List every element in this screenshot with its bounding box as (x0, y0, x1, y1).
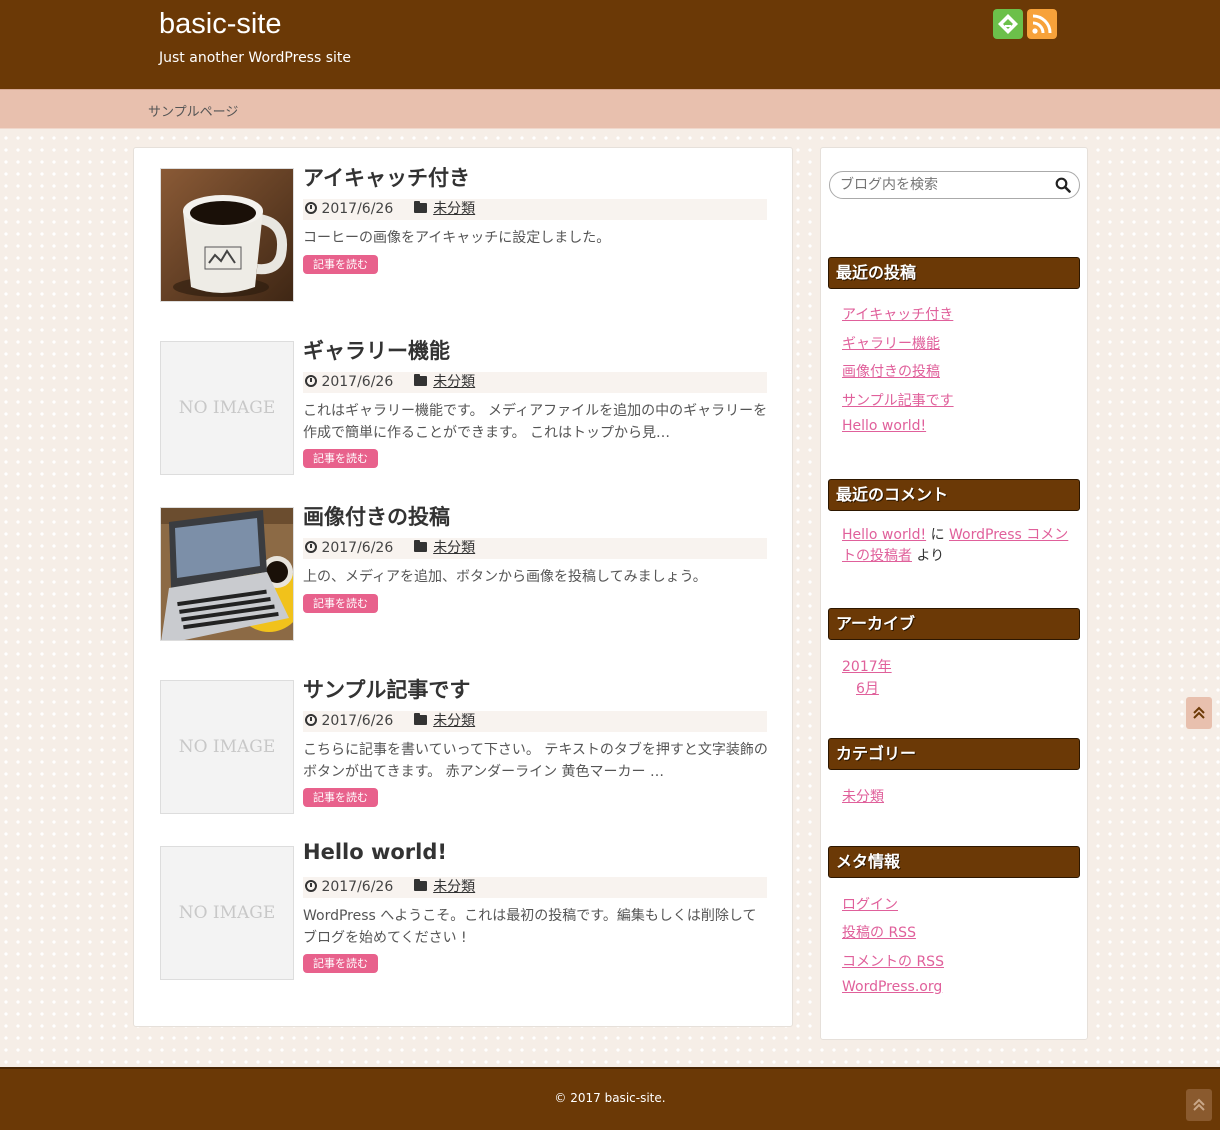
site-description: Just another WordPress site (159, 50, 352, 66)
double-chevron-up-icon (1193, 706, 1205, 719)
post-date: 2017/6/26 (321, 540, 394, 556)
post-category-link[interactable]: 未分類 (433, 374, 475, 390)
post-meta: 2017/6/26 未分類 (303, 877, 767, 898)
post-meta: 2017/6/26 未分類 (303, 372, 767, 393)
recent-post-link[interactable]: サンプル記事です (842, 390, 954, 410)
meta-link-wordpress-org[interactable]: WordPress.org (842, 979, 942, 995)
meta-link-comments-rss[interactable]: コメントの RSS (842, 951, 944, 971)
post-thumbnail-no-image[interactable]: NO IMAGE (160, 846, 294, 980)
copyright: © 2017 basic-site. (554, 1091, 666, 1105)
archive-year-link[interactable]: 2017年 (842, 656, 892, 676)
post-meta: 2017/6/26 未分類 (303, 538, 767, 559)
post-excerpt: 上の、メディアを追加、ボタンから画像を投稿してみましょう。 (303, 569, 707, 585)
recent-post-link[interactable]: 画像付きの投稿 (842, 361, 940, 381)
post-title[interactable]: アイキャッチ付き (303, 162, 470, 192)
clock-icon (305, 880, 317, 892)
back-to-top-button[interactable] (1186, 1089, 1212, 1121)
widget-title-recent-posts: 最近の投稿 (828, 257, 1080, 289)
site-title[interactable]: basic-site (159, 8, 282, 41)
widget-title-meta: メタ情報 (828, 846, 1080, 878)
comment-connector: より (916, 548, 945, 564)
post-category-link[interactable]: 未分類 (433, 201, 475, 217)
post-thumbnail-laptop[interactable] (160, 507, 294, 641)
search-icon[interactable] (1055, 177, 1071, 193)
post-excerpt: WordPress へようこそ。これは最初の投稿です。編集もしくは削除してブログ… (303, 908, 757, 946)
back-to-top-button[interactable] (1186, 697, 1212, 729)
search-input[interactable] (840, 176, 1040, 194)
post-category-link[interactable]: 未分類 (433, 879, 475, 895)
search-form (829, 171, 1080, 199)
folder-icon (413, 201, 427, 213)
post-date: 2017/6/26 (321, 713, 394, 729)
post-title[interactable]: 画像付きの投稿 (303, 501, 450, 531)
post-excerpt: こちらに記事を書いていって下さい。 テキストのタブを押すと文字装飾のボタンが出て… (303, 742, 768, 780)
recent-comment-item: Hello world! に WordPress コメントの投稿者 より (842, 525, 1077, 567)
meta-link-login[interactable]: ログイン (842, 894, 898, 914)
recent-post-link[interactable]: Hello world! (842, 418, 926, 434)
meta-link-posts-rss[interactable]: 投稿の RSS (842, 922, 916, 942)
post-list: アイキャッチ付き 2017/6/26 未分類 コーヒーの画像をアイキャッチに設定… (133, 147, 793, 1027)
post-title[interactable]: ギャラリー機能 (303, 335, 450, 365)
read-more-button[interactable]: 記事を読む (303, 594, 378, 613)
post-meta: 2017/6/26 未分類 (303, 711, 767, 732)
clock-icon (305, 202, 317, 214)
site-footer: © 2017 basic-site. (0, 1067, 1220, 1130)
comment-connector: に (930, 527, 945, 543)
post-category-link[interactable]: 未分類 (433, 540, 475, 556)
widget-title-archives: アーカイブ (828, 608, 1080, 640)
global-nav: サンプルページ (0, 89, 1220, 129)
widget-title-recent-comments: 最近のコメント (828, 479, 1080, 511)
post-thumbnail-coffee-mug[interactable] (160, 168, 294, 302)
nav-item-sample-page[interactable]: サンプルページ (148, 101, 238, 120)
read-more-button[interactable]: 記事を読む (303, 788, 378, 807)
post-excerpt: コーヒーの画像をアイキャッチに設定しました。 (303, 230, 611, 246)
post-thumbnail-no-image[interactable]: NO IMAGE (160, 341, 294, 475)
post-excerpt: これはギャラリー機能です。 メディアファイルを追加の中のギャラリーを作成で簡単に… (303, 403, 768, 441)
archive-month-link[interactable]: 6月 (856, 678, 879, 698)
post-category-link[interactable]: 未分類 (433, 713, 475, 729)
folder-icon (413, 713, 427, 725)
post-date: 2017/6/26 (321, 879, 394, 895)
read-more-button[interactable]: 記事を読む (303, 255, 378, 274)
category-link[interactable]: 未分類 (842, 786, 884, 806)
clock-icon (305, 375, 317, 387)
feedly-icon[interactable] (993, 9, 1023, 39)
recent-post-link[interactable]: ギャラリー機能 (842, 333, 940, 353)
site-header: basic-site Just another WordPress site (0, 0, 1220, 89)
recent-post-link[interactable]: アイキャッチ付き (842, 304, 953, 324)
clock-icon (305, 541, 317, 553)
read-more-button[interactable]: 記事を読む (303, 954, 378, 973)
comment-post-link[interactable]: Hello world! (842, 527, 926, 543)
clock-icon (305, 714, 317, 726)
double-chevron-up-icon (1193, 1098, 1205, 1111)
sidebar: 最近の投稿 アイキャッチ付き ギャラリー機能 画像付きの投稿 サンプル記事です … (820, 147, 1088, 1040)
folder-icon (413, 374, 427, 386)
folder-icon (413, 879, 427, 891)
post-title[interactable]: サンプル記事です (303, 674, 470, 704)
post-title[interactable]: Hello world! (303, 840, 447, 864)
folder-icon (413, 540, 427, 552)
post-date: 2017/6/26 (321, 374, 394, 390)
read-more-button[interactable]: 記事を読む (303, 449, 378, 468)
post-date: 2017/6/26 (321, 201, 394, 217)
rss-icon[interactable] (1027, 9, 1057, 39)
widget-title-categories: カテゴリー (828, 738, 1080, 770)
post-thumbnail-no-image[interactable]: NO IMAGE (160, 680, 294, 814)
post-meta: 2017/6/26 未分類 (303, 199, 767, 220)
